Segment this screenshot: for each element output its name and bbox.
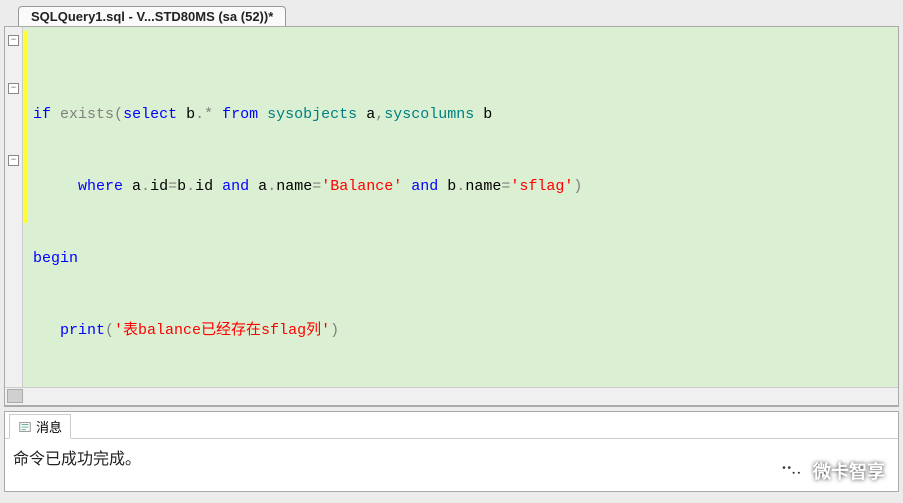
code-line: where a.id=b.id and a.name='Balance' and… xyxy=(23,175,898,199)
message-icon xyxy=(18,420,32,434)
fold-toggle-icon[interactable]: − xyxy=(8,83,19,94)
messages-tab[interactable]: 消息 xyxy=(9,414,71,439)
wechat-icon xyxy=(777,457,805,485)
code-editor[interactable]: − − − if exists(select b.* from sysobjec… xyxy=(5,27,898,387)
code-line: begin xyxy=(23,247,898,271)
watermark-text: 微卡智享 xyxy=(813,458,885,484)
horizontal-scrollbar[interactable] xyxy=(5,387,898,405)
fold-toggle-icon[interactable]: − xyxy=(8,155,19,166)
code-area[interactable]: if exists(select b.* from sysobjects a,s… xyxy=(23,27,898,387)
code-line: print('表balance已经存在sflag列') xyxy=(23,319,898,343)
watermark: 微卡智享 xyxy=(777,457,885,485)
editor-frame: − − − if exists(select b.* from sysobjec… xyxy=(4,26,899,406)
fold-gutter: − − − xyxy=(5,27,23,387)
tab-bar: SQLQuery1.sql - V...STD80MS (sa (52))* xyxy=(0,0,903,26)
code-line: if exists(select b.* from sysobjects a,s… xyxy=(23,103,898,127)
change-indicator xyxy=(23,31,27,223)
results-message: 命令已成功完成。 xyxy=(5,439,898,475)
messages-tab-label: 消息 xyxy=(36,417,62,436)
fold-toggle-icon[interactable]: − xyxy=(8,35,19,46)
results-pane: 消息 命令已成功完成。 xyxy=(4,412,899,492)
results-tab-bar: 消息 xyxy=(5,412,898,439)
file-tab[interactable]: SQLQuery1.sql - V...STD80MS (sa (52))* xyxy=(18,6,286,26)
scroll-thumb[interactable] xyxy=(7,389,23,403)
